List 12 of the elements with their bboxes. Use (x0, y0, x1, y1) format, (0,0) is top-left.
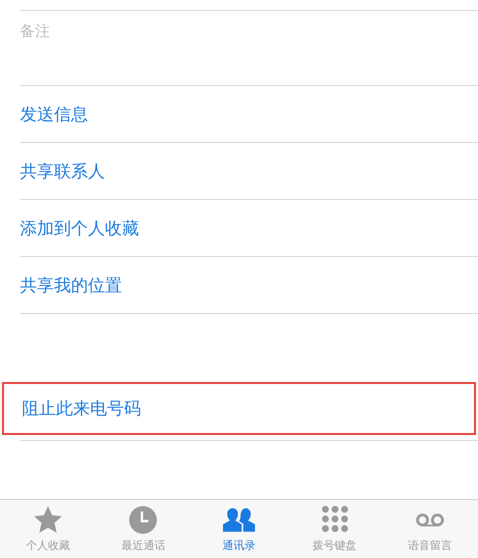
action-item[interactable]: 共享我的位置 (20, 257, 478, 314)
action-item[interactable]: 发送信息 (20, 86, 478, 143)
action-item[interactable]: 添加到个人收藏 (20, 200, 478, 257)
notes-label: 备注 (20, 22, 50, 40)
tab[interactable]: 通讯录 (191, 500, 287, 558)
clock-icon (127, 504, 160, 536)
block-number-item[interactable]: 阻止此来电号码 (2, 382, 476, 435)
tab[interactable]: 最近通话 (96, 500, 192, 558)
action-item[interactable]: 共享联系人 (20, 143, 478, 200)
tab[interactable]: 语音留言 (382, 500, 478, 558)
tab[interactable]: 个人收藏 (0, 500, 96, 558)
tab[interactable]: 拨号键盘 (286, 500, 382, 558)
